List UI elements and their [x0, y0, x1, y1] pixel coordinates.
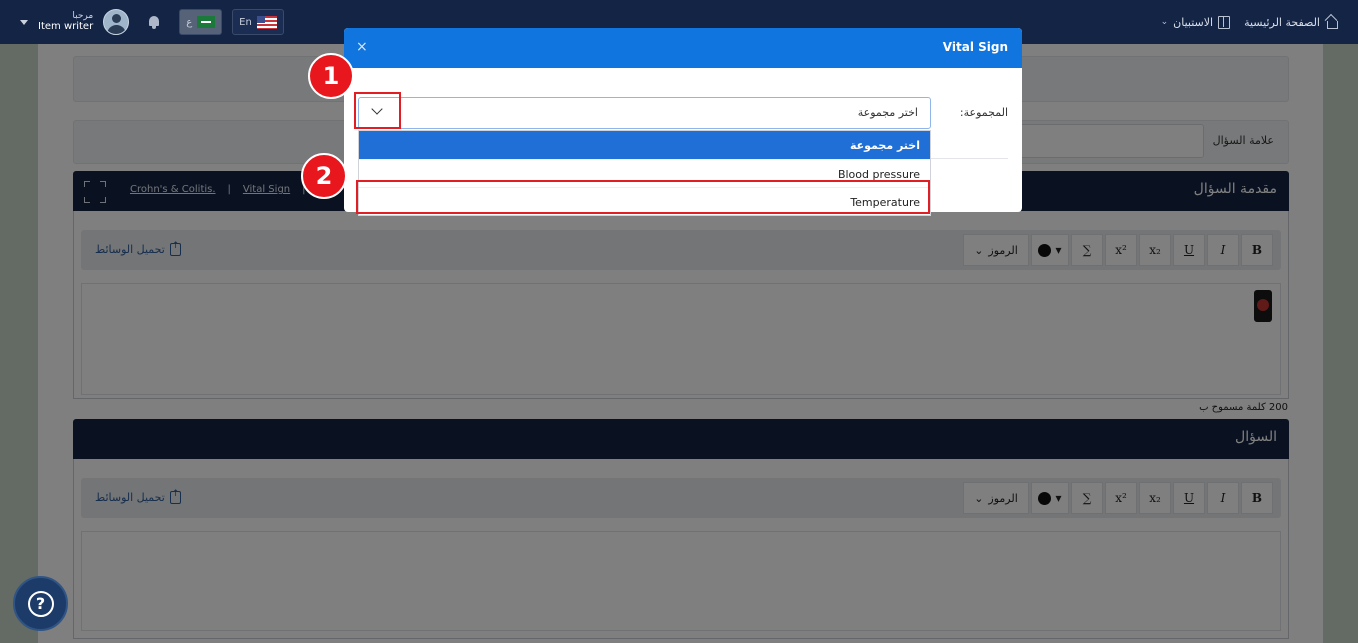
- close-icon[interactable]: ×: [356, 39, 368, 55]
- group-label: المجموعة:: [959, 106, 1008, 119]
- us-flag-icon: [256, 15, 277, 29]
- greeting-text: مرحبا: [72, 10, 94, 21]
- modal-header: × Vital Sign: [344, 28, 1022, 68]
- user-role: Item writer: [38, 21, 94, 33]
- book-icon: [1218, 15, 1231, 29]
- modal-divider: [930, 158, 1008, 159]
- group-select-value: اختر مجموعة: [857, 106, 918, 119]
- highlight-box-step1: [354, 92, 401, 129]
- lang-arabic-label: ع: [186, 16, 193, 28]
- nav-surveys-label: الاستبيان: [1173, 15, 1214, 29]
- user-info[interactable]: مرحبا Item writer: [38, 10, 94, 33]
- lang-arabic-button[interactable]: ع: [179, 9, 223, 35]
- avatar[interactable]: [103, 9, 130, 35]
- group-select[interactable]: اختر مجموعة: [358, 97, 931, 129]
- step-badge-2: 2: [301, 153, 347, 199]
- home-icon: [1325, 16, 1338, 29]
- nav-home-label: الصفحة الرئيسية: [1244, 15, 1320, 29]
- step-badge-1: 1: [308, 53, 354, 99]
- dropdown-option-placeholder[interactable]: اختر مجموعة: [359, 131, 930, 159]
- help-button[interactable]: ?: [13, 576, 68, 631]
- bell-icon[interactable]: [147, 15, 161, 29]
- nav-surveys[interactable]: الاستبيان ⌄: [1160, 15, 1231, 29]
- nav-home[interactable]: الصفحة الرئيسية: [1244, 16, 1338, 29]
- lang-english-label: En: [239, 16, 252, 28]
- modal-title: Vital Sign: [942, 40, 1008, 54]
- user-menu-caret-icon[interactable]: [20, 19, 28, 25]
- question-mark-icon: ?: [27, 590, 54, 617]
- lang-english-button[interactable]: En: [232, 9, 284, 35]
- chevron-down-icon: ⌄: [1160, 17, 1169, 27]
- saudi-flag-icon: [197, 16, 216, 28]
- highlight-box-step2: [356, 180, 930, 214]
